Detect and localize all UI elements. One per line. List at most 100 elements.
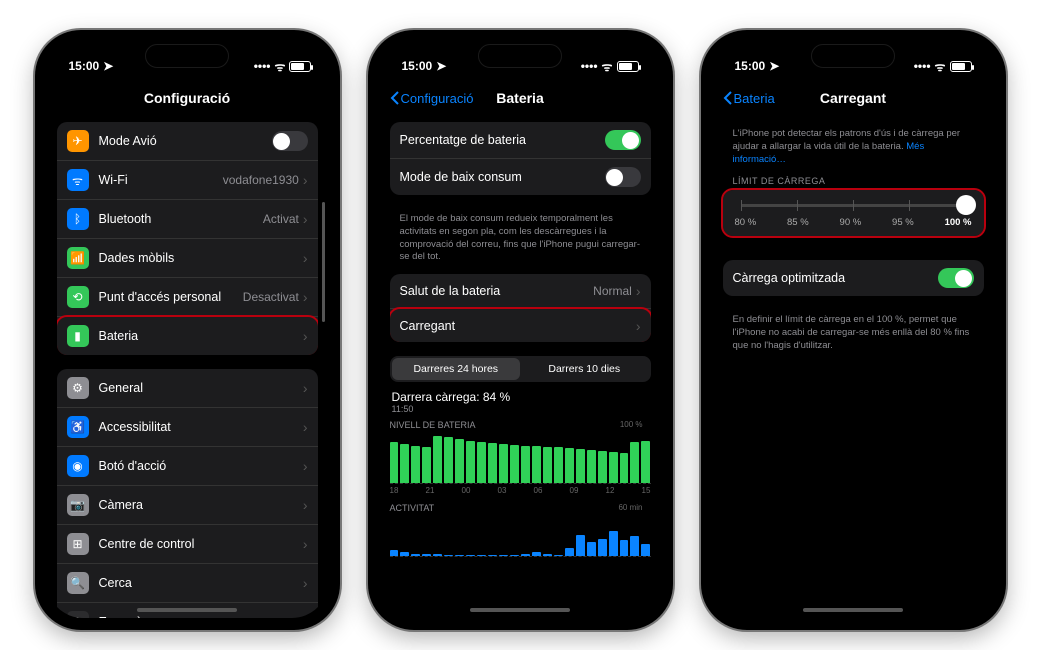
home-indicator[interactable] (470, 608, 570, 612)
status-time: 15:00 (735, 59, 766, 73)
back-label: Configuració (401, 91, 474, 106)
row-label: Dades mòbils (99, 251, 303, 265)
settings-row-carregant[interactable]: Carregant› (390, 308, 651, 342)
slider-track[interactable] (741, 204, 966, 207)
row-toggle[interactable] (272, 131, 308, 151)
chart-bar (400, 444, 409, 483)
settings-row-percentatge-de-bateria[interactable]: Percentatge de bateria (390, 122, 651, 158)
row-label: Carregant (400, 319, 636, 333)
back-button[interactable]: Configuració (390, 91, 474, 106)
optimized-charging-footnote: En definir el límit de càrrega en el 100… (723, 310, 984, 362)
nav-bar: Configuració Bateria (380, 80, 661, 116)
chart-bar (422, 447, 431, 483)
settings-row-general[interactable]: ⚙General› (57, 369, 318, 407)
x-tick: 12 (606, 486, 615, 495)
segment-24h[interactable]: Darreres 24 hores (392, 358, 521, 380)
row-label: Bluetooth (99, 212, 263, 226)
chevron-right-icon: › (636, 283, 641, 299)
low-power-footnote: El mode de baix consum redueix temporalm… (390, 209, 651, 274)
row-icon: 📶 (67, 247, 89, 269)
row-icon: ✈ (67, 130, 89, 152)
settings-row-bluetooth[interactable]: ᛒBluetoothActivat› (57, 199, 318, 238)
row-icon: ᛒ (67, 208, 89, 230)
optimized-charging-row[interactable]: Càrrega optimitzada (723, 260, 984, 296)
nav-bar: Configuració (47, 80, 328, 116)
settings-row-salut-de-la-bateria[interactable]: Salut de la bateriaNormal› (390, 274, 651, 308)
row-icon: ☾ (67, 611, 89, 618)
chart-bar (587, 542, 596, 557)
wifi-icon: ᯤ (602, 58, 613, 75)
location-icon: ➤ (436, 59, 446, 73)
row-icon: ▮ (67, 325, 89, 347)
row-label: Percentatge de bateria (400, 133, 605, 147)
chart-bar (587, 450, 596, 483)
chart-bar (620, 540, 629, 556)
chart-bar (499, 555, 508, 556)
settings-row-wi-fi[interactable]: ᯤWi-Fivodafone1930› (57, 160, 318, 199)
slider-label: 90 % (840, 217, 862, 228)
chart-bar (565, 448, 574, 483)
wifi-icon: ᯤ (275, 58, 286, 75)
row-toggle[interactable] (605, 130, 641, 150)
activity-chart (390, 517, 651, 557)
slider-thumb[interactable] (956, 195, 976, 215)
settings-row-bot-d-acci-[interactable]: ◉Botó d'acció› (57, 446, 318, 485)
chart-bar (488, 443, 497, 483)
page-title: Configuració (144, 90, 230, 106)
chart-bar (565, 548, 574, 556)
time-range-segmented[interactable]: Darreres 24 hores Darrers 10 dies (390, 356, 651, 382)
slider-label: 80 % (735, 217, 757, 228)
settings-row-punt-d-acc-s-personal[interactable]: ⟲Punt d'accés personalDesactivat› (57, 277, 318, 316)
settings-row-cerca[interactable]: 🔍Cerca› (57, 563, 318, 602)
x-tick: 03 (498, 486, 507, 495)
battery-level-chart (390, 434, 651, 484)
row-label: Cerca (99, 576, 303, 590)
chart-bar (554, 447, 563, 483)
optimized-charging-toggle[interactable] (938, 268, 974, 288)
chart-bar (576, 535, 585, 556)
location-icon: ➤ (769, 59, 779, 73)
battery-icon (289, 61, 311, 72)
settings-row-mode-avi-[interactable]: ✈Mode Avió (57, 122, 318, 160)
row-toggle[interactable] (605, 167, 641, 187)
settings-row-accessibilitat[interactable]: ♿Accessibilitat› (57, 407, 318, 446)
battery-icon (950, 61, 972, 72)
row-value: Normal (593, 284, 632, 298)
chart-bar (598, 451, 607, 483)
chevron-right-icon: › (303, 458, 308, 474)
chart-bar (455, 439, 464, 483)
activity-title: ACTIVITAT (390, 503, 651, 513)
chevron-right-icon: › (303, 614, 308, 618)
home-indicator[interactable] (137, 608, 237, 612)
scroll-indicator[interactable] (322, 202, 325, 322)
segment-10d[interactable]: Darrers 10 dies (520, 358, 649, 380)
phone-1: 15:00 ➤ •••• ᯤ 64 Configuració ✈Mode Avi… (35, 30, 340, 630)
row-label: Punt d'accés personal (99, 290, 243, 304)
settings-row-centre-de-control[interactable]: ⊞Centre de control› (57, 524, 318, 563)
settings-row-dades-m-bils[interactable]: 📶 Dades mòbils› (57, 238, 318, 277)
chart-bar (390, 442, 399, 483)
chart-bar (543, 554, 552, 557)
settings-row-c-mera[interactable]: 📷Càmera› (57, 485, 318, 524)
chart-bar (554, 555, 563, 556)
chart-y-max: 60 min (618, 503, 642, 512)
chart-bar (411, 446, 420, 483)
chart-bar (641, 544, 650, 556)
home-indicator[interactable] (803, 608, 903, 612)
chart-bar (598, 539, 607, 556)
settings-row-bateria[interactable]: ▮Bateria› (57, 316, 318, 355)
back-button[interactable]: Bateria (723, 91, 775, 106)
settings-row-mode-de-baix-consum[interactable]: Mode de baix consum (390, 158, 651, 195)
row-label: Botó d'acció (99, 459, 303, 473)
chart-y-max: 100 % (620, 420, 643, 429)
chevron-right-icon: › (303, 250, 308, 266)
x-tick: 18 (390, 486, 399, 495)
chart-bar (400, 552, 409, 556)
optimized-charging-label: Càrrega optimitzada (733, 271, 938, 285)
chevron-right-icon: › (303, 172, 308, 188)
phone-3: 15:00➤ ••••ᯤ Bateria Carregant L'iPhone … (701, 30, 1006, 630)
signal-icon: •••• (254, 59, 271, 73)
charge-limit-slider[interactable]: 80 %85 %90 %95 %100 % (723, 190, 984, 236)
dynamic-island (478, 44, 562, 68)
x-tick: 21 (426, 486, 435, 495)
